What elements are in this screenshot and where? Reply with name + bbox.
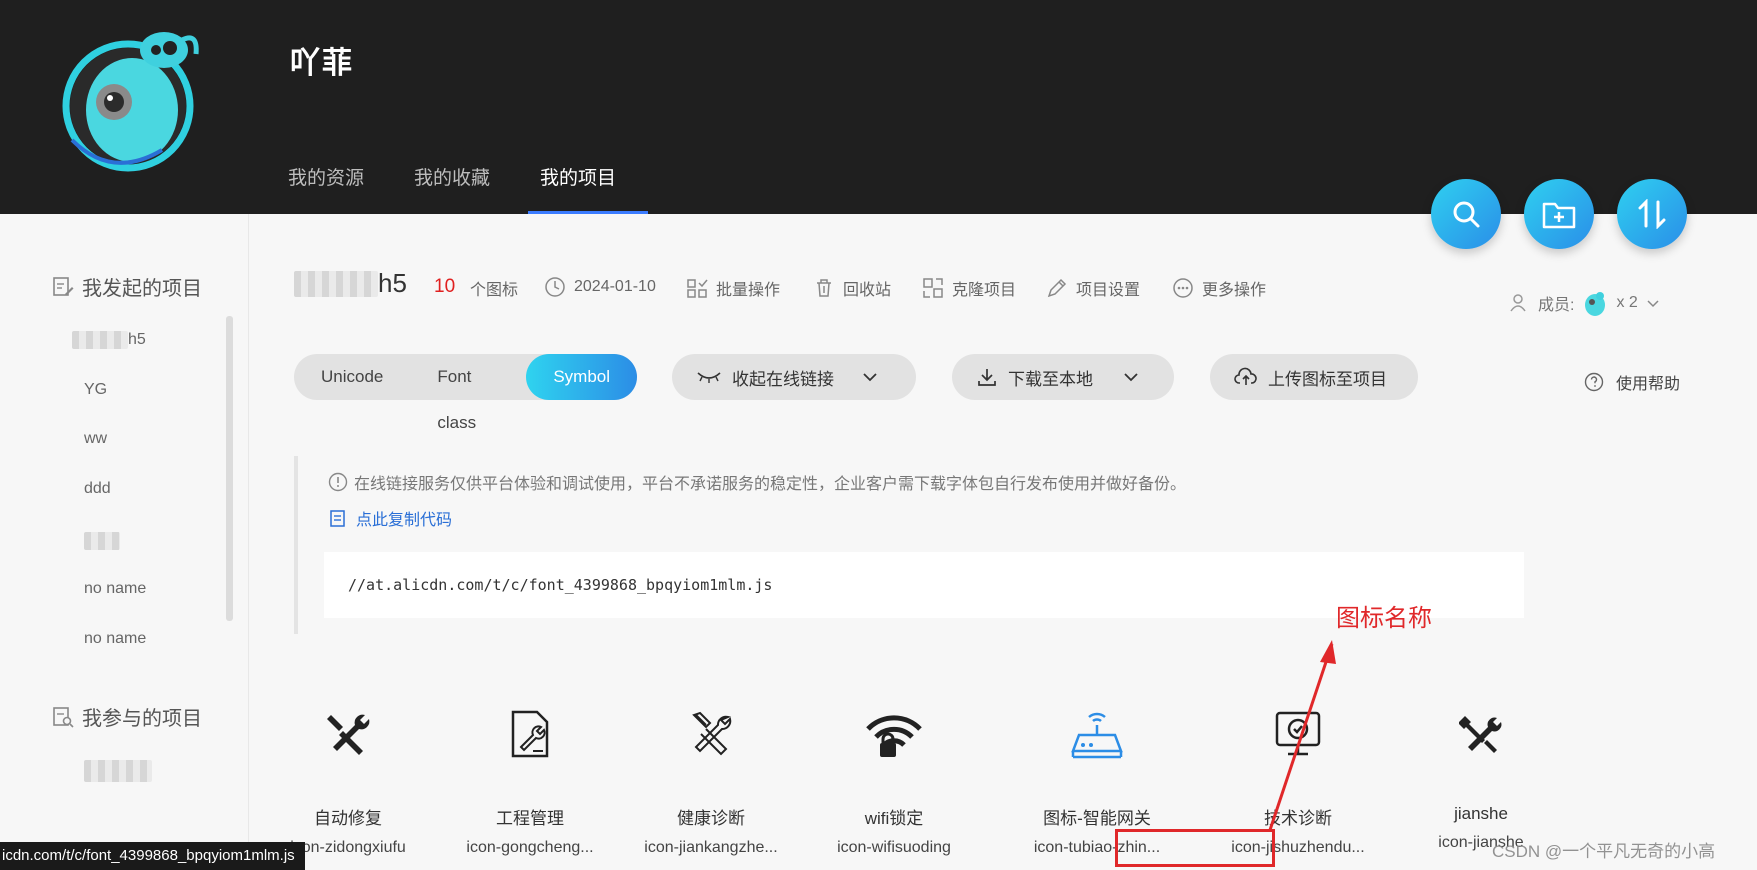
sidebar-scrollbar[interactable] (226, 316, 233, 621)
sidebar-item-ww[interactable]: ww (84, 430, 107, 448)
clone-icon (923, 278, 943, 298)
download-button[interactable]: 下载至本地 (952, 354, 1174, 400)
icon-card-zidongxiufu[interactable]: 自动修复 icon-zidongxiufu (248, 704, 448, 857)
members-count: x 2 (1616, 294, 1638, 311)
status-url-tooltip: icdn.com/t/c/font_4399868_bpqyiom1mlm.js (0, 842, 305, 870)
segment-symbol[interactable]: Symbol (526, 354, 637, 400)
recycle-bin-button[interactable]: 回收站 (813, 276, 891, 300)
batch-icon (687, 279, 708, 298)
member-avatar-icon (1585, 292, 1606, 316)
annotation-arrow (1268, 640, 1336, 831)
user-icon (1510, 294, 1526, 312)
trash-icon (817, 279, 831, 297)
icon-name: 工程管理 (496, 809, 564, 828)
members[interactable]: 成员: x 2 (1508, 288, 1660, 318)
icon-card-jiankangzhenduan[interactable]: 健康诊断 icon-jiankangzhe... (611, 704, 811, 857)
icon-code: icon-wifisuoding (837, 839, 951, 856)
blurred-name (294, 270, 378, 297)
icon-name: wifi锁定 (864, 809, 924, 828)
tools-outline-icon (611, 704, 811, 764)
icon-card-gongcheng[interactable]: 工程管理 icon-gongcheng... (430, 704, 630, 857)
sidebar-item-ddd[interactable]: ddd (84, 480, 111, 498)
sidebar-item-yg[interactable]: YG (84, 381, 107, 399)
icon-card-jianshe[interactable]: jianshe icon-jianshe (1381, 704, 1581, 852)
segment-font-class[interactable]: Font class (410, 354, 526, 432)
more-actions-button[interactable]: 更多操作 (1172, 276, 1266, 300)
avatar[interactable] (52, 10, 204, 180)
members-label: 成员: (1538, 297, 1575, 314)
header: 吖菲 我的资源 我的收藏 我的项目 (0, 0, 1757, 214)
search-doc-icon (53, 706, 74, 728)
batch-action-button[interactable]: 批量操作 (686, 276, 780, 300)
blurred-name (72, 331, 128, 349)
chevron-down-icon (863, 373, 877, 382)
username: 吖菲 (290, 47, 354, 80)
blurred-name (84, 532, 120, 550)
sidebar-title-joined-label: 我参与的项目 (82, 708, 202, 730)
notice-text: 在线链接服务仅供平台体验和调试使用，平台不承诺服务的稳定性，企业客户需下载字体包… (328, 470, 1186, 494)
blurred-name (84, 760, 152, 782)
copy-code-link[interactable]: 点此复制代码 (328, 506, 452, 530)
collapse-link-button[interactable]: 收起在线链接 (672, 354, 916, 400)
more-icon (1173, 278, 1193, 298)
wrench-screwdriver-icon (1381, 704, 1581, 764)
tab-my-favorites[interactable]: 我的收藏 (414, 164, 512, 214)
icon-card-wifisuoding[interactable]: wifi锁定 icon-wifisuoding (794, 704, 994, 857)
help-icon (1584, 372, 1604, 392)
clock-icon (545, 277, 565, 297)
download-icon (978, 369, 996, 386)
main-content: h5 10 个图标 2024-01-10 批量操作 回收站 克隆项目 项目设置 … (248, 214, 1757, 870)
sidebar-item-joined[interactable] (84, 760, 152, 782)
icon-name: jianshe (1454, 804, 1508, 823)
tab-my-resources[interactable]: 我的资源 (288, 164, 386, 214)
sidebar-item-h5[interactable]: h5 (72, 331, 146, 349)
document-wrench-icon (430, 704, 630, 764)
format-segment: Unicode Font class Symbol (294, 354, 637, 432)
chevron-down-icon (1647, 300, 1659, 308)
info-icon (328, 472, 348, 492)
project-title: h5 (294, 268, 407, 299)
tab-my-projects[interactable]: 我的项目 (528, 164, 649, 214)
cloud-upload-icon (1234, 367, 1257, 385)
clone-project-button[interactable]: 克隆项目 (922, 276, 1016, 300)
sidebar: 我发起的项目 h5 YG ww ddd no name no name 我参与的… (0, 214, 249, 870)
copy-icon (330, 510, 345, 527)
edit-doc-icon (53, 276, 74, 296)
sidebar-item-noname-1[interactable]: no name (84, 580, 146, 598)
icon-name: 健康诊断 (677, 809, 745, 828)
project-settings-button[interactable]: 项目设置 (1046, 276, 1140, 300)
icon-name: 自动修复 (314, 809, 382, 828)
sidebar-title-own-label: 我发起的项目 (82, 278, 202, 300)
icon-code: icon-jiankangzhe... (644, 839, 778, 856)
icon-name: 图标-智能网关 (1043, 809, 1151, 828)
upload-button[interactable]: 上传图标至项目 (1210, 354, 1418, 400)
router-icon (997, 704, 1197, 764)
sidebar-title-own: 我发起的项目 (52, 272, 202, 301)
help-link[interactable]: 使用帮助 (1584, 370, 1680, 394)
watermark: CSDN @一个平凡无奇的小高 (1492, 842, 1716, 861)
eye-closed-icon (697, 372, 721, 383)
annotation-label: 图标名称 (1336, 605, 1432, 632)
sidebar-item-noname-2[interactable]: no name (84, 630, 146, 648)
icon-code: icon-gongcheng... (466, 839, 594, 856)
wifi-lock-icon (794, 704, 994, 764)
tools-icon (248, 704, 448, 764)
sidebar-item-hidden[interactable] (84, 532, 120, 550)
sidebar-title-joined: 我参与的项目 (52, 702, 202, 731)
chevron-down-icon (1124, 373, 1138, 382)
icon-count: 10 (434, 276, 456, 297)
annotation-highlight-box (1115, 829, 1275, 867)
project-date: 2024-01-10 (544, 276, 656, 298)
icon-count-label: 个图标 (470, 282, 519, 299)
header-tabs: 我的资源 我的收藏 我的项目 (288, 164, 666, 214)
pencil-icon (1047, 278, 1067, 298)
segment-unicode[interactable]: Unicode (294, 354, 410, 400)
